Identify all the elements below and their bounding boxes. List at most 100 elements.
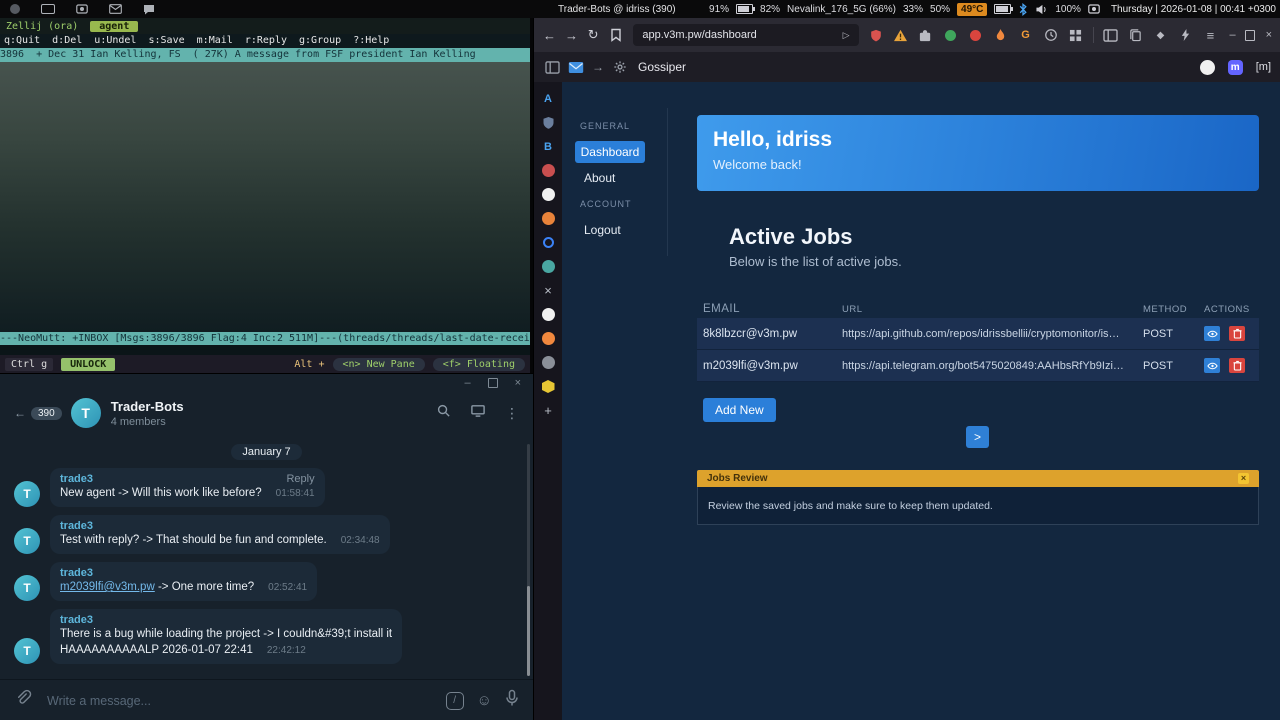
record-extension-icon[interactable] <box>968 27 984 43</box>
close-icon[interactable]: × <box>515 377 521 389</box>
sidebar-item-dashboard[interactable]: Dashboard <box>575 141 645 163</box>
attach-icon[interactable] <box>14 689 32 712</box>
table-row[interactable]: 8k8lbzcr@v3m.pw https://api.github.com/r… <box>697 318 1259 350</box>
close-review-icon[interactable]: × <box>1238 473 1249 484</box>
vertical-tab-b[interactable]: B <box>541 139 556 154</box>
chat-message[interactable]: T trade3 Reply New agent -> Will this wo… <box>0 468 533 507</box>
vertical-tab-favicon[interactable] <box>541 259 556 274</box>
search-icon[interactable] <box>436 403 451 423</box>
close-icon[interactable]: × <box>1266 29 1272 41</box>
flame-extension-icon[interactable] <box>993 27 1009 43</box>
puzzle-extension-icon[interactable] <box>918 27 934 43</box>
copy-icon[interactable] <box>1127 27 1143 43</box>
delete-job-button[interactable] <box>1229 358 1245 373</box>
reader-mode-icon[interactable]: ▷ <box>843 30 850 41</box>
back-button[interactable]: ← <box>543 28 556 43</box>
sender-name[interactable]: trade3 <box>60 473 93 485</box>
maximize-icon[interactable] <box>1245 30 1255 41</box>
minimize-icon[interactable]: – <box>464 377 470 389</box>
mic-icon[interactable] <box>505 689 519 712</box>
chat-message-list[interactable]: January 7 T trade3 Reply New agent -> Wi… <box>0 436 533 679</box>
globe-extension-icon[interactable] <box>943 27 959 43</box>
history-icon[interactable] <box>1043 27 1059 43</box>
jobs-review-header[interactable]: Jobs Review × <box>697 470 1259 487</box>
shield-icon[interactable] <box>868 27 884 43</box>
matrix-badge[interactable]: [m] <box>1256 61 1271 73</box>
emoji-icon[interactable]: ☺ <box>477 692 492 709</box>
forward-button[interactable]: → <box>565 28 578 43</box>
highlights-icon[interactable]: ◆ <box>1152 27 1168 43</box>
volume-icon[interactable] <box>1035 4 1048 15</box>
display-icon[interactable] <box>41 4 55 14</box>
panel-toggle-icon[interactable] <box>544 59 560 75</box>
reply-action[interactable]: Reply <box>286 473 314 485</box>
format-icon[interactable]: / <box>446 692 464 710</box>
email-link[interactable]: m2039lfi@v3m.pw <box>60 581 155 593</box>
zellij-tab-agent[interactable]: agent <box>90 21 138 32</box>
github-icon[interactable] <box>1200 60 1215 75</box>
message-input[interactable] <box>45 693 433 709</box>
avatar[interactable]: T <box>14 528 40 554</box>
chat-window[interactable]: – × ← 390 T Trader-Bots 4 members ⋮ <box>0 373 533 720</box>
chat-titles[interactable]: Trader-Bots 4 members <box>111 399 184 428</box>
warning-icon[interactable] <box>893 27 909 43</box>
vertical-tab-github[interactable] <box>541 307 556 322</box>
vertical-tab-favicon[interactable] <box>541 331 556 346</box>
vertical-tab-favicon[interactable] <box>541 379 556 394</box>
address-bar[interactable]: app.v3m.pw/dashboard ▷ <box>633 24 858 46</box>
bluetooth-icon[interactable] <box>1018 3 1028 16</box>
browser-window[interactable]: ← → ↻ app.v3m.pw/dashboard ▷ <box>533 18 1280 720</box>
view-job-button[interactable] <box>1204 326 1220 341</box>
lightning-icon[interactable] <box>1177 27 1193 43</box>
neomutt-selected-mail-row[interactable]: 3896 + Dec 31 Ian Kelling, FS ( 27K) A m… <box>0 48 530 62</box>
sender-name[interactable]: trade3 <box>60 567 93 579</box>
chat-bubble-icon[interactable] <box>143 4 155 15</box>
g-extension-icon[interactable]: G <box>1018 27 1034 43</box>
sidebar-item-about[interactable]: About <box>584 171 615 185</box>
delete-job-button[interactable] <box>1229 326 1245 341</box>
group-avatar[interactable]: T <box>71 398 101 428</box>
minimize-icon[interactable]: – <box>1229 29 1235 41</box>
apps-grid-icon[interactable] <box>1068 27 1084 43</box>
message-bubble[interactable]: trade3 m2039lfi@v3m.pw -> One more time?… <box>50 562 317 601</box>
next-page-button[interactable]: > <box>966 426 989 448</box>
close-tab-icon[interactable]: × <box>541 283 556 298</box>
avatar[interactable]: T <box>14 575 40 601</box>
reload-button[interactable]: ↻ <box>587 27 599 43</box>
new-tab-button[interactable]: + <box>541 403 556 418</box>
vertical-tab-favicon[interactable] <box>541 235 556 250</box>
launcher-icon[interactable] <box>10 4 20 14</box>
bookmark-icon[interactable] <box>608 27 624 43</box>
message-bubble[interactable]: trade3 Reply New agent -> Will this work… <box>50 468 325 507</box>
mastodon-icon[interactable]: m <box>1228 60 1243 75</box>
chat-message[interactable]: T trade3 Test with reply? -> That should… <box>0 515 533 554</box>
chat-message[interactable]: T trade3 m2039lfi@v3m.pw -> One more tim… <box>0 562 533 601</box>
avatar[interactable]: T <box>14 481 40 507</box>
vertical-tab-favicon[interactable] <box>541 211 556 226</box>
message-bubble[interactable]: trade3 Test with reply? -> That should b… <box>50 515 390 554</box>
back-button[interactable]: ← 390 <box>14 406 62 420</box>
vertical-tab-github[interactable] <box>541 187 556 202</box>
view-job-button[interactable] <box>1204 358 1220 373</box>
wifi-ssid[interactable]: Nevalink_176_5G (66%) <box>787 4 896 15</box>
maximize-icon[interactable] <box>488 378 498 388</box>
vertical-tab-a[interactable]: A <box>541 91 556 106</box>
screen-share-icon[interactable] <box>470 403 486 423</box>
webcam-icon[interactable] <box>1088 4 1100 14</box>
camera-icon[interactable] <box>76 4 88 14</box>
sidebar-toggle-icon[interactable] <box>1102 27 1118 43</box>
vertical-tab-shield-icon[interactable] <box>541 115 556 130</box>
chat-scrollbar-thumb[interactable] <box>527 586 530 676</box>
vertical-tab-favicon[interactable] <box>541 163 556 178</box>
menu-icon[interactable]: ≡ <box>1202 27 1218 43</box>
add-new-button[interactable]: Add New <box>703 398 776 422</box>
avatar[interactable]: T <box>14 638 40 664</box>
message-bubble[interactable]: trade3 There is a bug while loading the … <box>50 609 402 664</box>
terminal-window[interactable]: Zellij (ora) agent q:Quit d:Del u:Undel … <box>0 18 530 373</box>
chat-message[interactable]: T trade3 There is a bug while loading th… <box>0 609 533 664</box>
more-options-icon[interactable]: ⋮ <box>505 405 519 422</box>
sender-name[interactable]: trade3 <box>60 614 93 626</box>
table-row[interactable]: m2039lfi@v3m.pw https://api.telegram.org… <box>697 350 1259 382</box>
mail-icon[interactable] <box>109 4 122 14</box>
vertical-tab-favicon[interactable] <box>541 355 556 370</box>
